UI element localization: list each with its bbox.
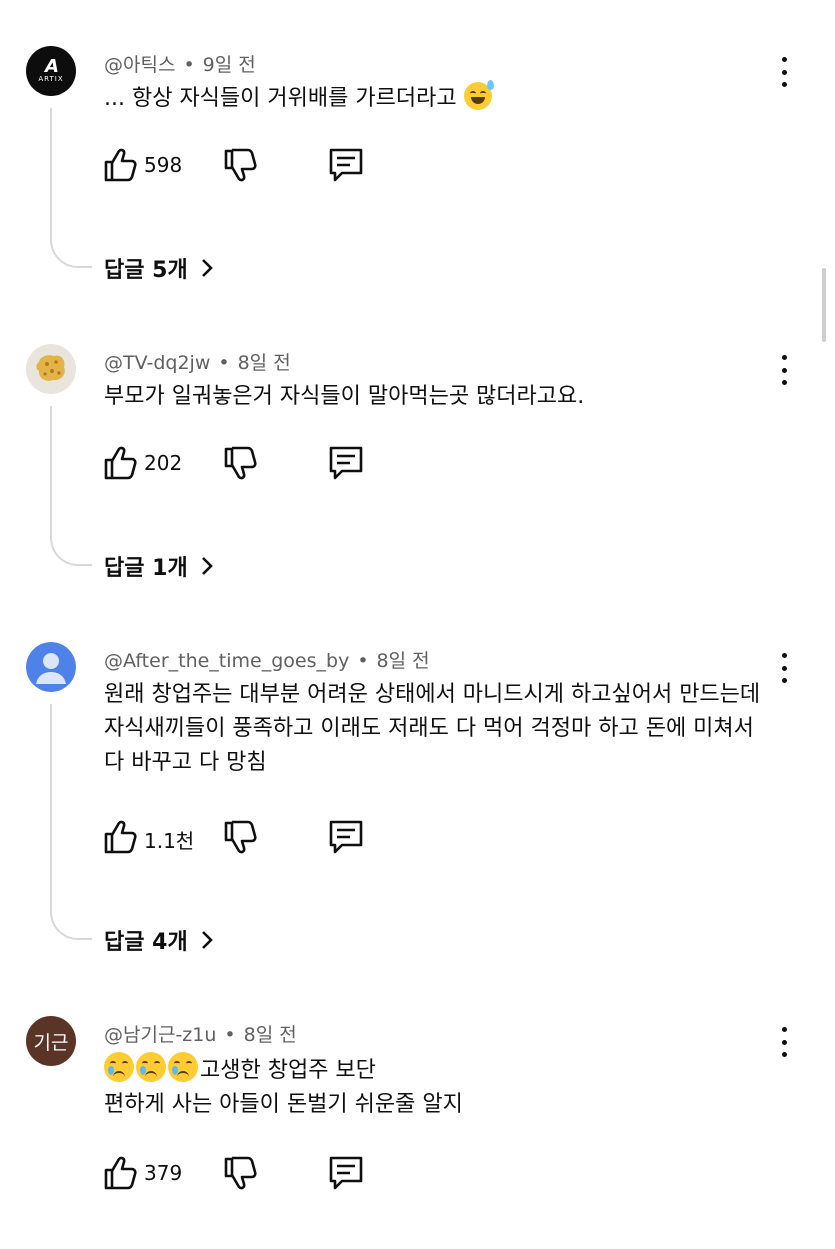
replies-label: 답글 1개 bbox=[104, 556, 188, 581]
comment-text: 고생한 창업주 보단 편하게 사는 아들이 돈벌기 쉬운줄 알지 bbox=[104, 1052, 774, 1122]
like-icon[interactable] bbox=[100, 443, 140, 483]
avatar[interactable]: 기근 bbox=[26, 1016, 76, 1066]
comment-time[interactable]: 9일 전 bbox=[203, 54, 256, 76]
like-count: 598 bbox=[144, 153, 183, 177]
comment-author[interactable]: @TV-dq2jw bbox=[104, 352, 210, 374]
like-icon[interactable] bbox=[100, 1153, 140, 1193]
thread-connector bbox=[50, 108, 92, 268]
comment-meta: @아틱스 • 9일 전 bbox=[104, 50, 256, 77]
more-options-icon[interactable] bbox=[774, 57, 794, 87]
comment-text-content: 고생한 창업주 보단 bbox=[200, 1058, 376, 1083]
chevron-right-icon bbox=[201, 931, 213, 949]
comment-time[interactable]: 8일 전 bbox=[238, 352, 291, 374]
comment-text-content: ... 항상 자식들이 거위배를 가르더라고 bbox=[104, 86, 457, 111]
replies-label: 답글 4개 bbox=[104, 930, 188, 955]
reply-icon[interactable] bbox=[326, 443, 366, 483]
comment-author[interactable]: @아틱스 bbox=[104, 54, 175, 76]
avatar[interactable] bbox=[26, 642, 76, 692]
sweat-smile-emoji bbox=[463, 80, 494, 110]
comment-meta: @남기근-z1u • 8일 전 bbox=[104, 1020, 297, 1047]
dislike-icon[interactable] bbox=[220, 443, 260, 483]
view-replies-button[interactable]: 답글 1개 bbox=[104, 550, 214, 582]
meta-separator: • bbox=[357, 650, 369, 672]
meta-separator: • bbox=[218, 352, 230, 374]
comment-text-line: 고생한 창업주 보단 bbox=[104, 1052, 774, 1088]
more-options-icon[interactable] bbox=[774, 355, 794, 385]
like-count: 379 bbox=[144, 1161, 183, 1185]
more-options-icon[interactable] bbox=[774, 653, 794, 683]
comment-meta: @TV-dq2jw • 8일 전 bbox=[104, 348, 291, 375]
comment-author[interactable]: @After_the_time_goes_by bbox=[104, 650, 349, 672]
default-user-icon bbox=[26, 642, 76, 692]
comment-time[interactable]: 8일 전 bbox=[377, 650, 430, 672]
dislike-icon[interactable] bbox=[220, 145, 260, 185]
thread-connector bbox=[50, 406, 92, 566]
comment-text: ... 항상 자식들이 거위배를 가르더라고 bbox=[104, 80, 774, 116]
comment-text-line: 편하게 사는 아들이 돈벌기 쉬운줄 알지 bbox=[104, 1092, 463, 1117]
scrollbar[interactable] bbox=[822, 268, 826, 342]
avatar-label: 기근 bbox=[33, 1031, 69, 1054]
cookie-avatar-icon bbox=[36, 355, 65, 381]
comment-actions: 598 bbox=[100, 145, 400, 185]
meta-separator: • bbox=[183, 54, 195, 76]
like-icon[interactable] bbox=[100, 145, 140, 185]
avatar[interactable]: A ARTIX bbox=[26, 46, 76, 96]
crying-face-emoji bbox=[136, 1052, 166, 1082]
reply-icon[interactable] bbox=[326, 1153, 366, 1193]
chevron-right-icon bbox=[201, 557, 213, 575]
reply-icon[interactable] bbox=[326, 145, 366, 185]
chevron-right-icon bbox=[201, 259, 213, 277]
comment-meta: @After_the_time_goes_by • 8일 전 bbox=[104, 646, 430, 673]
dislike-icon[interactable] bbox=[220, 817, 260, 857]
meta-separator: • bbox=[224, 1024, 236, 1046]
replies-label: 답글 5개 bbox=[104, 258, 188, 283]
artix-logo-icon: A bbox=[45, 55, 59, 77]
crying-face-emoji bbox=[104, 1052, 134, 1082]
comment-author[interactable]: @남기근-z1u bbox=[104, 1024, 216, 1046]
like-icon[interactable] bbox=[100, 817, 140, 857]
crying-face-emoji bbox=[168, 1052, 198, 1082]
thread-connector bbox=[50, 704, 92, 940]
reply-icon[interactable] bbox=[326, 817, 366, 857]
comment-actions: 379 bbox=[100, 1153, 400, 1193]
more-options-icon[interactable] bbox=[774, 1027, 794, 1057]
view-replies-button[interactable]: 답글 4개 bbox=[104, 924, 214, 956]
avatar-label: ARTIX bbox=[38, 74, 64, 83]
like-count: 202 bbox=[144, 451, 183, 475]
comment-actions: 202 bbox=[100, 443, 400, 483]
like-count: 1.1천 bbox=[144, 829, 195, 853]
comment-text: 부모가 일궈놓은거 자식들이 말아먹는곳 많더라고요. bbox=[104, 384, 585, 409]
avatar[interactable] bbox=[26, 344, 76, 394]
dislike-icon[interactable] bbox=[220, 1153, 260, 1193]
comment-text: 원래 창업주는 대부분 어려운 상태에서 마니드시게 하고싶어서 만드는데 자식… bbox=[104, 682, 761, 775]
comment-time[interactable]: 8일 전 bbox=[244, 1024, 297, 1046]
comment-actions: 1.1천 bbox=[100, 817, 400, 857]
view-replies-button[interactable]: 답글 5개 bbox=[104, 252, 214, 284]
